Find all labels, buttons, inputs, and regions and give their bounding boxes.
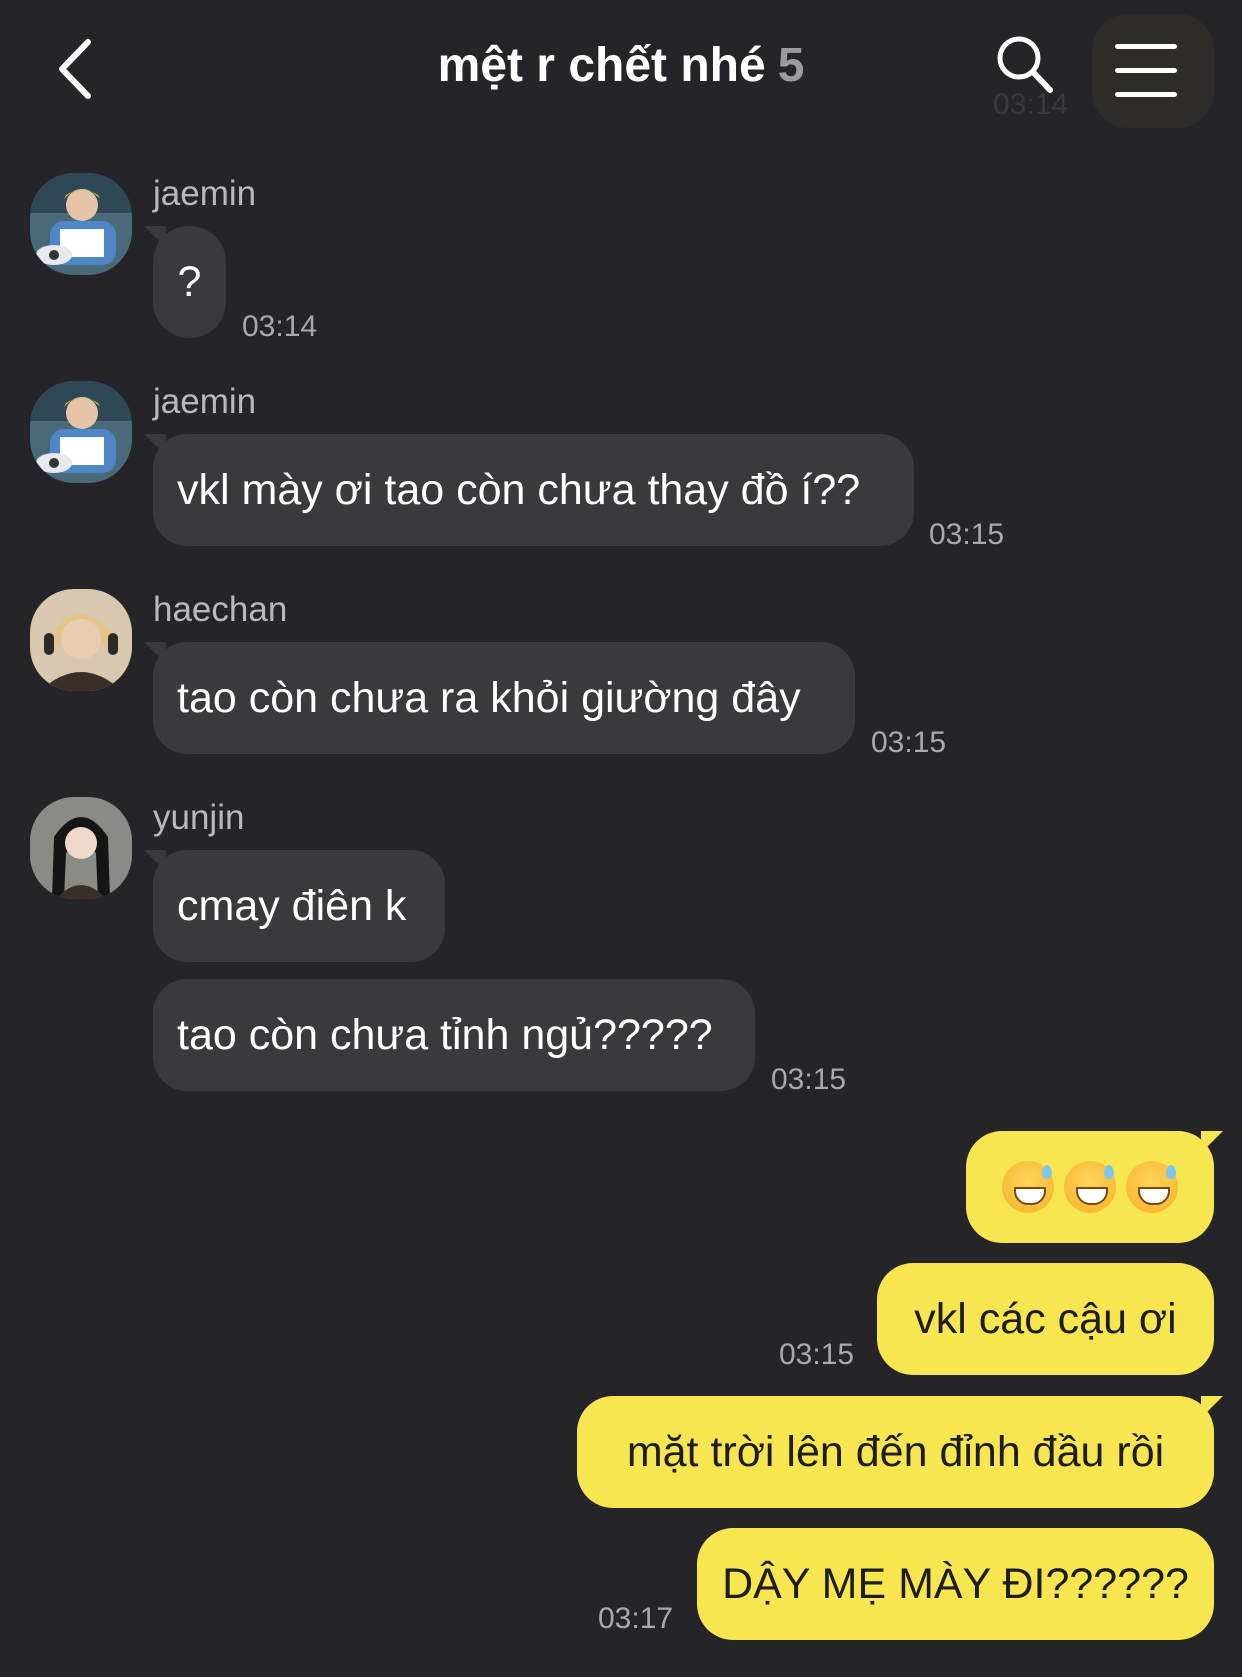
chat-name: mệt r chết nhé (437, 39, 766, 92)
message-bubble[interactable]: cmay điên k (144, 850, 445, 962)
sender-name: yunjin (153, 798, 245, 837)
avatar-jaemin[interactable] (30, 381, 132, 483)
search-icon[interactable] (995, 34, 1057, 98)
sender-name: jaemin (153, 382, 257, 421)
message-bubble[interactable]: vkl mày ơi tao còn chưa thay đồ í?? (144, 434, 914, 546)
chat-header: mệt r chết nhé 5 03:14 (0, 0, 1242, 140)
menu-icon-bar (1115, 92, 1177, 97)
message-bubble[interactable]: tao còn chưa ra khỏi giường đây (144, 642, 855, 754)
message-time: 03:15 (929, 518, 1005, 551)
avatar-yunjin[interactable] (30, 797, 132, 899)
message-time: 03:15 (871, 726, 947, 759)
avatar-haechan[interactable] (30, 589, 132, 691)
my-message-bubble[interactable]: vkl các cậu ơi (877, 1263, 1214, 1375)
message-time: 03:17 (598, 1602, 674, 1635)
menu-button[interactable] (1092, 14, 1214, 128)
my-message-bubble[interactable]: DẬY MẸ MÀY ĐI?????? (697, 1528, 1214, 1640)
sender-name: jaemin (153, 174, 257, 213)
grinning-face-with-sweat-icon (1002, 1161, 1054, 1213)
menu-icon-bar (1115, 68, 1177, 73)
message-bubble[interactable]: tao còn chưa tỉnh ngủ????? (153, 979, 755, 1091)
grinning-face-with-sweat-icon (1064, 1161, 1116, 1213)
message-time: 03:14 (242, 310, 318, 343)
my-message-bubble[interactable]: mặt trời lên đến đỉnh đầu rồi (577, 1396, 1223, 1508)
grinning-face-with-sweat-icon (1126, 1161, 1178, 1213)
sender-name: haechan (153, 590, 288, 629)
message-time: 03:15 (771, 1063, 847, 1096)
avatar-jaemin[interactable] (30, 173, 132, 275)
message-bubble[interactable]: ? (144, 226, 226, 338)
menu-icon-bar (1115, 44, 1177, 49)
member-count: 5 (777, 39, 805, 92)
my-message-bubble[interactable] (966, 1131, 1223, 1243)
message-time: 03:15 (779, 1338, 855, 1371)
